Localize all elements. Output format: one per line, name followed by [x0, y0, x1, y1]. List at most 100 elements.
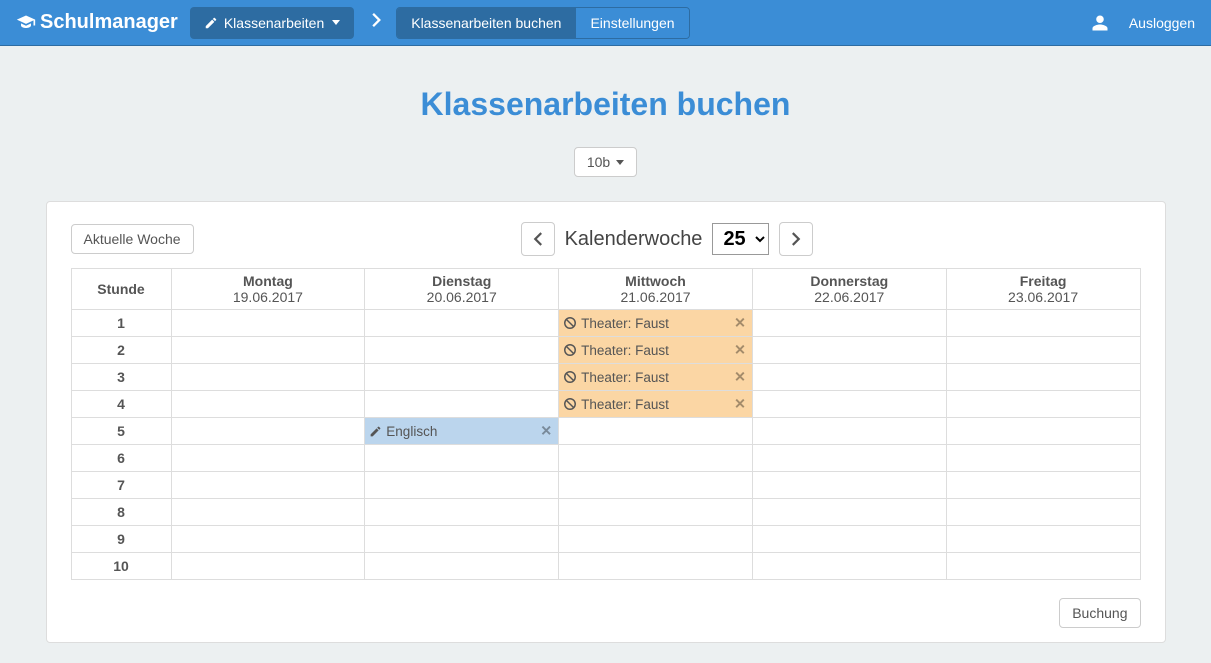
schedule-cell[interactable] [171, 445, 365, 472]
user-icon[interactable] [1091, 14, 1109, 32]
event[interactable]: Theater: Faust ✕ [559, 364, 752, 390]
schedule-cell[interactable] [365, 526, 559, 553]
day-header: Donnerstag22.06.2017 [752, 269, 946, 310]
schedule-row: 7 [71, 472, 1140, 499]
event[interactable]: Theater: Faust ✕ [559, 337, 752, 363]
day-name: Freitag [1020, 273, 1067, 289]
chevron-left-icon [533, 232, 542, 246]
schedule-cell[interactable] [752, 391, 946, 418]
schedule-cell[interactable] [171, 499, 365, 526]
event[interactable]: Theater: Faust✕ [559, 310, 752, 336]
schedule-cell[interactable] [365, 337, 559, 364]
schedule-cell[interactable] [752, 337, 946, 364]
schedule-cell[interactable] [365, 310, 559, 337]
hour-cell: 5 [71, 418, 171, 445]
day-header: Freitag23.06.2017 [946, 269, 1140, 310]
day-date: 19.06.2017 [176, 289, 361, 305]
prev-week-button[interactable] [521, 222, 555, 256]
day-name: Mittwoch [625, 273, 686, 289]
module-dropdown[interactable]: Klassenarbeiten [190, 7, 354, 39]
schedule-cell[interactable]: Theater: Faust ✕ [559, 364, 753, 391]
schedule-cell[interactable] [752, 499, 946, 526]
schedule-cell[interactable]: Englisch✕ [365, 418, 559, 445]
brand-logo[interactable]: Schulmanager [16, 11, 178, 34]
schedule-row: 1Theater: Faust✕ [71, 310, 1140, 337]
schedule-cell[interactable] [946, 553, 1140, 580]
schedule-cell[interactable] [365, 499, 559, 526]
schedule-cell[interactable] [946, 499, 1140, 526]
day-date: 20.06.2017 [369, 289, 554, 305]
tab-book-exams[interactable]: Klassenarbeiten buchen [397, 8, 575, 38]
close-icon[interactable]: ✕ [734, 369, 746, 386]
chevron-right-icon [792, 232, 801, 246]
hour-cell: 4 [71, 391, 171, 418]
schedule-cell[interactable] [946, 472, 1140, 499]
event-label: Theater: Faust [581, 397, 669, 412]
schedule-row: 8 [71, 499, 1140, 526]
event-label: Theater: Faust [581, 370, 669, 385]
schedule-cell[interactable] [559, 445, 753, 472]
schedule-cell[interactable] [752, 526, 946, 553]
schedule-cell[interactable] [171, 472, 365, 499]
schedule-cell[interactable] [752, 310, 946, 337]
schedule-cell[interactable] [946, 445, 1140, 472]
event[interactable]: Englisch✕ [365, 418, 558, 444]
schedule-cell[interactable] [171, 310, 365, 337]
edit-icon [204, 16, 218, 30]
schedule-cell[interactable] [171, 337, 365, 364]
schedule-cell[interactable] [559, 472, 753, 499]
schedule-cell[interactable] [365, 553, 559, 580]
booking-button[interactable]: Buchung [1059, 598, 1140, 628]
schedule-cell[interactable] [946, 391, 1140, 418]
event-label: Theater: Faust [581, 343, 669, 358]
module-dropdown-label: Klassenarbeiten [224, 15, 324, 31]
schedule-cell[interactable] [365, 445, 559, 472]
schedule-cell[interactable] [559, 553, 753, 580]
schedule-cell[interactable] [171, 364, 365, 391]
caret-down-icon [616, 160, 624, 165]
tab-settings[interactable]: Einstellungen [575, 8, 688, 38]
next-week-button[interactable] [779, 222, 813, 256]
close-icon[interactable]: ✕ [734, 396, 746, 413]
close-icon[interactable]: ✕ [540, 423, 552, 440]
day-date: 21.06.2017 [563, 289, 748, 305]
schedule-cell[interactable] [946, 526, 1140, 553]
class-selector-label: 10b [587, 154, 610, 170]
logout-link[interactable]: Ausloggen [1129, 15, 1195, 31]
day-date: 22.06.2017 [757, 289, 942, 305]
schedule-cell[interactable] [171, 391, 365, 418]
class-selector[interactable]: 10b [574, 147, 637, 177]
edit-icon [369, 425, 382, 438]
calendar-week-select[interactable]: 25 [712, 223, 769, 255]
schedule-cell[interactable]: Theater: Faust ✕ [559, 337, 753, 364]
schedule-cell[interactable] [365, 391, 559, 418]
schedule-cell[interactable] [559, 499, 753, 526]
schedule-cell[interactable] [946, 418, 1140, 445]
schedule-cell[interactable] [365, 472, 559, 499]
schedule-cell[interactable] [365, 364, 559, 391]
schedule-cell[interactable] [752, 445, 946, 472]
schedule-cell[interactable]: Theater: Faust✕ [559, 310, 753, 337]
schedule-cell[interactable] [752, 553, 946, 580]
close-icon[interactable]: ✕ [734, 315, 746, 332]
close-icon[interactable]: ✕ [734, 342, 746, 359]
schedule-row: 5 Englisch✕ [71, 418, 1140, 445]
schedule-row: 9 [71, 526, 1140, 553]
schedule-cell[interactable] [946, 337, 1140, 364]
schedule-cell[interactable] [559, 418, 753, 445]
schedule-cell[interactable] [559, 526, 753, 553]
event[interactable]: Theater: Faust ✕ [559, 391, 752, 417]
schedule-cell[interactable] [171, 418, 365, 445]
schedule-cell[interactable] [946, 364, 1140, 391]
schedule-cell[interactable] [171, 553, 365, 580]
schedule-cell[interactable] [752, 418, 946, 445]
day-header: Mittwoch21.06.2017 [559, 269, 753, 310]
current-week-button[interactable]: Aktuelle Woche [71, 224, 194, 254]
schedule-cell[interactable] [946, 310, 1140, 337]
schedule-cell[interactable] [171, 526, 365, 553]
schedule-cell[interactable]: Theater: Faust ✕ [559, 391, 753, 418]
schedule-cell[interactable] [752, 472, 946, 499]
schedule-cell[interactable] [752, 364, 946, 391]
schedule-table: Stunde Montag19.06.2017Dienstag20.06.201… [71, 268, 1141, 580]
calendar-week-label: Kalenderwoche [565, 228, 703, 251]
